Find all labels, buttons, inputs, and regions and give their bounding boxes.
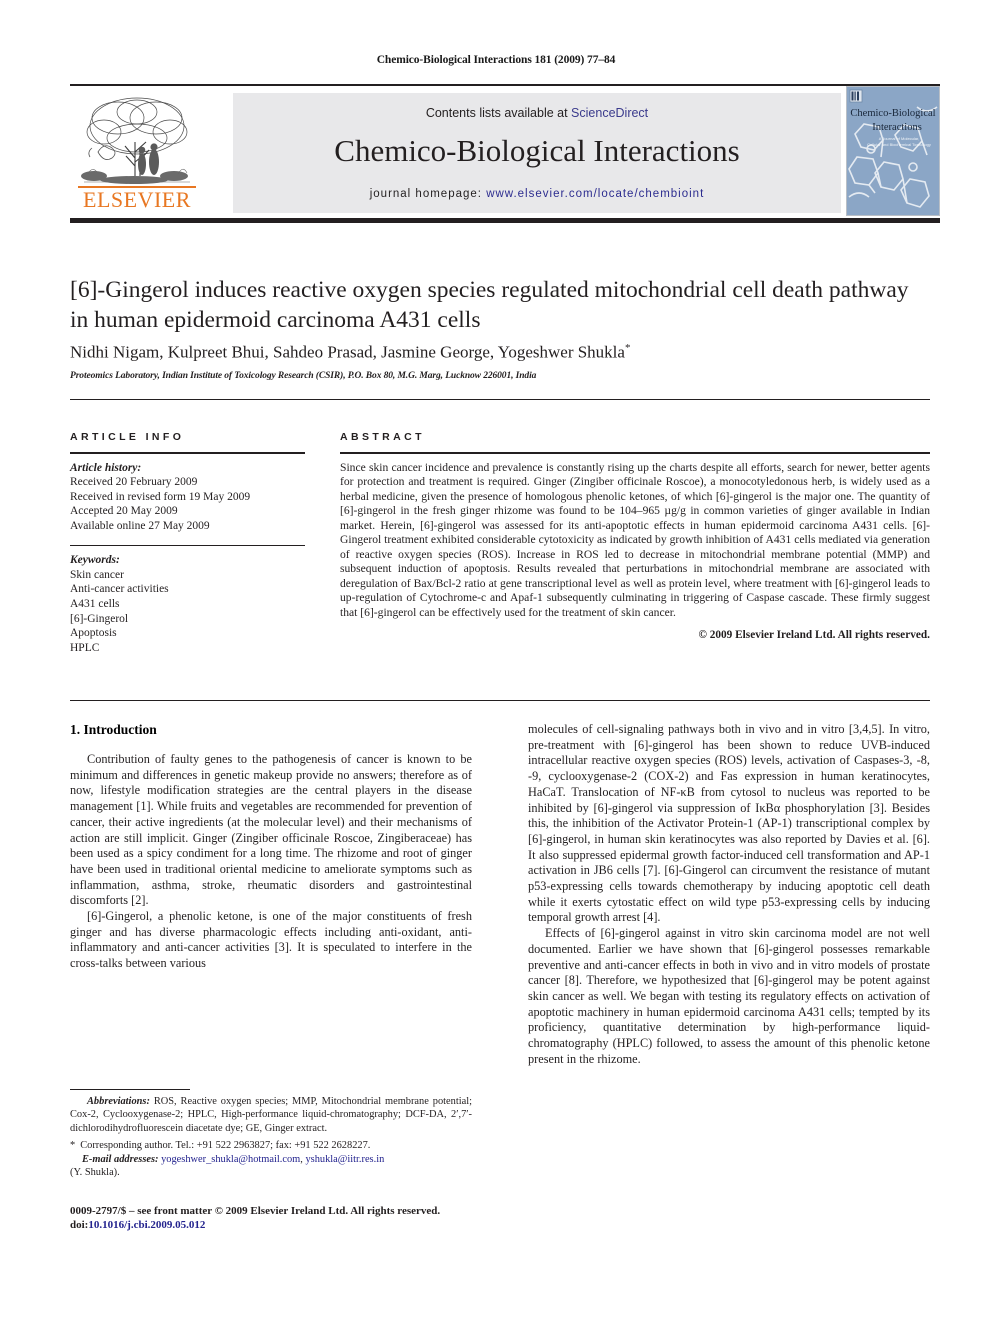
journal-homepage-label: journal homepage: <box>369 188 482 200</box>
paragraph: molecules of cell-signaling pathways bot… <box>528 722 930 925</box>
keyword-item: [6]-Gingerol <box>70 612 129 625</box>
elsevier-tree-icon <box>81 97 190 184</box>
abbreviations-label: Abbreviations: <box>87 1096 150 1107</box>
footnote-divider <box>70 1089 190 1090</box>
contents-lists-line: Contents lists available at ScienceDirec… <box>233 106 841 120</box>
section-heading-introduction: 1. Introduction <box>70 722 157 737</box>
journal-cover-thumbnail: Chemico-Biological Interactions A Journa… <box>846 86 940 216</box>
corresponding-author-star: * <box>70 1140 76 1152</box>
abstract-bottom-divider <box>70 700 930 701</box>
paragraph: Effects of [6]-gingerol against in vitro… <box>528 926 930 1066</box>
keyword-item: Skin cancer <box>70 568 124 581</box>
running-head: Chemico-Biological Interactions 181 (200… <box>376 54 616 66</box>
svg-text:Cellular and Biochemical Toxic: Cellular and Biochemical Toxicology <box>867 142 931 147</box>
corresponding-author-text: Corresponding author. Tel.: +91 522 2963… <box>80 1140 371 1152</box>
journal-masthead: ELSEVIER Contents lists available at Sci… <box>70 84 940 223</box>
article-info-heading: ARTICLE INFO <box>70 431 185 443</box>
contents-lists-prefix: Contents lists available at <box>425 106 572 120</box>
body-left-column: 1. Introduction Contribution of faulty g… <box>70 722 472 972</box>
email-addresses-label: E-mail addresses: <box>82 1153 159 1165</box>
paragraph: [6]-Gingerol, a phenolic ketone, is one … <box>70 909 472 971</box>
article-info-rule <box>70 452 305 454</box>
body-right-column: molecules of cell-signaling pathways bot… <box>528 722 930 1067</box>
journal-article-page: Chemico-Biological Interactions 181 (200… <box>0 0 992 1323</box>
contents-panel: Contents lists available at ScienceDirec… <box>233 93 841 213</box>
doi-label: doi: <box>70 1219 89 1231</box>
abstract-column: ABSTRACT Since skin cancer incidence and… <box>340 431 930 641</box>
masthead-bottom-rule <box>70 218 940 223</box>
doi-value[interactable]: 10.1016/j.cbi.2009.05.012 <box>88 1219 205 1231</box>
author-names: Nidhi Nigam, Kulpreet Bhui, Sahdeo Prasa… <box>70 342 625 362</box>
svg-text:Chemico-Biological: Chemico-Biological <box>850 108 935 119</box>
history-item: Accepted 20 May 2009 <box>70 505 178 518</box>
keywords-divider <box>70 544 305 547</box>
authors-divider <box>70 399 930 400</box>
abbreviations-note: Abbreviations: ROS, Reactive oxygen spec… <box>70 1095 472 1135</box>
history-item: Received 20 February 2009 <box>70 476 198 489</box>
article-history-block: Article history: Received 20 February 20… <box>70 461 305 534</box>
article-info-column: ARTICLE INFO Article history: Received 2… <box>70 431 305 655</box>
email-line: E-mail addresses: yogeshwer_shukla@hotma… <box>82 1153 472 1166</box>
keyword-item: Apoptosis <box>70 627 117 640</box>
author-list: Nidhi Nigam, Kulpreet Bhui, Sahdeo Prasa… <box>70 342 930 363</box>
doi-line: doi:10.1016/j.cbi.2009.05.012 <box>70 1218 490 1232</box>
journal-homepage-url[interactable]: www.elsevier.com/locate/chembioint <box>486 188 704 200</box>
keywords-label: Keywords: <box>70 554 120 567</box>
abstract-heading: ABSTRACT <box>340 431 425 443</box>
history-item: Available online 27 May 2009 <box>70 519 210 532</box>
keyword-item: A431 cells <box>70 597 120 610</box>
masthead-top-rule <box>70 84 940 86</box>
keyword-item: Anti-cancer activities <box>70 583 169 596</box>
journal-title: Chemico-Biological Interactions <box>334 133 740 168</box>
corresponding-author-marker: * <box>624 342 631 354</box>
email-owner: (Y. Shukla). <box>70 1167 120 1179</box>
email-address-primary[interactable]: yogeshwer_shukla@hotmail.com <box>161 1154 300 1165</box>
email-address-secondary[interactable]: yshukla@iitr.res.in <box>305 1154 384 1165</box>
abstract-rule <box>340 452 930 454</box>
email-separator: , <box>300 1153 303 1165</box>
sciencedirect-link[interactable]: ScienceDirect <box>571 106 648 120</box>
journal-homepage-line: journal homepage: www.elsevier.com/locat… <box>233 188 841 200</box>
corresponding-author-note: * Corresponding author. Tel.: +91 522 296… <box>70 1139 472 1166</box>
journal-cover-artwork: Chemico-Biological Interactions A Journa… <box>847 87 939 215</box>
article-title: [6]-Gingerol induces reactive oxygen spe… <box>70 277 909 333</box>
abstract-text: Since skin cancer incidence and prevalen… <box>340 460 930 619</box>
keyword-item: HPLC <box>70 641 100 654</box>
footer-issn-block: 0009-2797/$ – see front matter © 2009 El… <box>70 1204 490 1232</box>
footnote-block: Abbreviations: ROS, Reactive oxygen spec… <box>70 1095 472 1179</box>
issn-front-matter: 0009-2797/$ – see front matter © 2009 El… <box>70 1205 441 1217</box>
keywords-block: Keywords: Skin cancer Anti-cancer activi… <box>70 553 305 655</box>
svg-text:A Journal of Molecular,: A Journal of Molecular, <box>879 136 919 141</box>
elsevier-wordmark: ELSEVIER <box>83 187 191 212</box>
article-history-label: Article history: <box>70 461 142 474</box>
history-item: Received in revised form 19 May 2009 <box>70 490 251 503</box>
abstract-copyright: © 2009 Elsevier Ireland Ltd. All rights … <box>698 629 930 642</box>
paragraph: Contribution of faulty genes to the path… <box>70 752 472 908</box>
svg-text:Interactions: Interactions <box>872 122 922 133</box>
author-affiliation: Proteomics Laboratory, Indian Institute … <box>70 371 537 381</box>
elsevier-logo: ELSEVIER <box>72 90 202 216</box>
